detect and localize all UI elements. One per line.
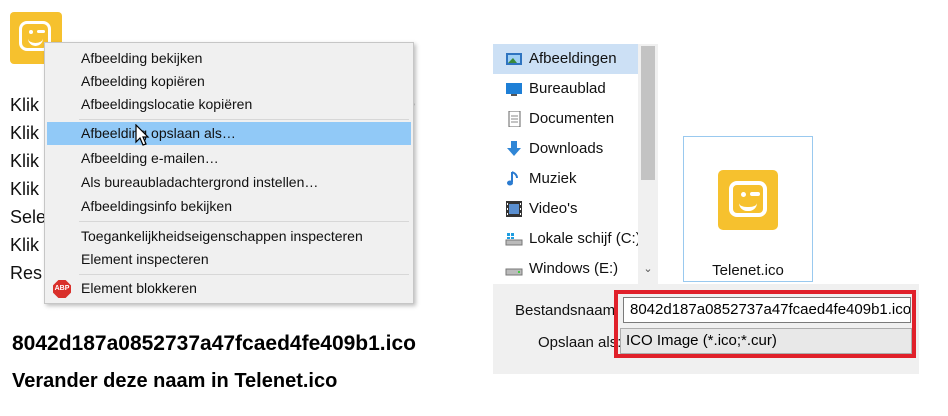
instruction-line: Klik: [10, 179, 40, 199]
pictures-icon: [506, 53, 522, 65]
video-icon: [506, 201, 522, 217]
menu-separator: [79, 119, 409, 120]
menu-item-label: Element blokkeren: [81, 280, 197, 296]
scrollbar-thumb[interactable]: [641, 46, 655, 180]
nav-item-drive-c[interactable]: Lokale schijf (C:): [493, 224, 641, 254]
downloads-icon: [507, 141, 521, 156]
nav-item-videos[interactable]: Video's: [493, 194, 638, 224]
filename-label: Bestandsnaam:: [515, 302, 620, 319]
smiley-face-icon: [729, 181, 767, 217]
filename-caption: 8042d187a0852737a47fcaed4fe409b1.ico: [12, 332, 416, 355]
music-icon: [507, 171, 518, 186]
menu-item-copy-image[interactable]: Afbeelding kopiëren: [47, 70, 411, 93]
nav-item-pictures[interactable]: Afbeeldingen: [493, 44, 638, 74]
adblock-plus-icon: ABP: [53, 280, 71, 298]
instruction-line: Klik: [10, 95, 40, 115]
menu-item-set-desktop-background[interactable]: Als bureaubladachtergrond instellen…: [47, 171, 411, 194]
context-menu: Afbeelding bekijken Afbeelding kopiëren …: [44, 42, 414, 304]
telenet-file-icon: [718, 170, 778, 230]
desktop-icon: [506, 83, 522, 96]
nav-item-downloads[interactable]: Downloads: [493, 134, 638, 164]
menu-item-copy-image-location[interactable]: Afbeeldingslocatie kopiëren: [47, 93, 411, 116]
menu-separator: [79, 274, 409, 275]
rename-instruction: Verander deze naam in Telenet.ico: [12, 370, 338, 392]
savetype-label: Opslaan als:: [538, 334, 622, 351]
menu-separator: [79, 221, 409, 222]
file-tile-name: Telenet.ico: [712, 262, 784, 279]
menu-item-inspect-element[interactable]: Element inspecteren: [47, 248, 411, 271]
mouse-pointer-icon: [135, 124, 150, 146]
menu-item-save-image-as[interactable]: Afbeelding opslaan als…: [47, 122, 411, 145]
instruction-line: Res: [10, 263, 43, 283]
documents-icon: [508, 111, 521, 127]
nav-item-desktop[interactable]: Bureaublad: [493, 74, 638, 104]
instruction-line: Sele: [10, 207, 47, 227]
menu-item-email-image[interactable]: Afbeelding e-mailen…: [47, 147, 411, 170]
menu-item-view-image-info[interactable]: Afbeeldingsinfo bekijken: [47, 195, 411, 218]
nav-item-documents[interactable]: Documenten: [493, 104, 638, 134]
instruction-line: Klik: [10, 235, 40, 255]
instruction-line: Klik: [10, 151, 40, 171]
drive-c-icon: [505, 233, 523, 246]
navigation-pane: Afbeeldingen Bureaublad Documenten Downl…: [493, 44, 658, 284]
nav-item-music[interactable]: Muziek: [493, 164, 638, 194]
scroll-down-chevron-icon[interactable]: ⌄: [641, 262, 655, 276]
drive-e-icon: [505, 268, 523, 276]
menu-item-view-image[interactable]: Afbeelding bekijken: [47, 47, 411, 70]
menu-item-block-element[interactable]: ABP Element blokkeren: [47, 277, 411, 300]
nav-item-drive-e[interactable]: Windows (E:): [493, 254, 638, 284]
menu-item-inspect-accessibility[interactable]: Toegankelijkheidseigenschappen inspecter…: [47, 225, 411, 248]
instruction-line: Klik: [10, 123, 40, 143]
highlight-annotation-box: [614, 290, 916, 358]
